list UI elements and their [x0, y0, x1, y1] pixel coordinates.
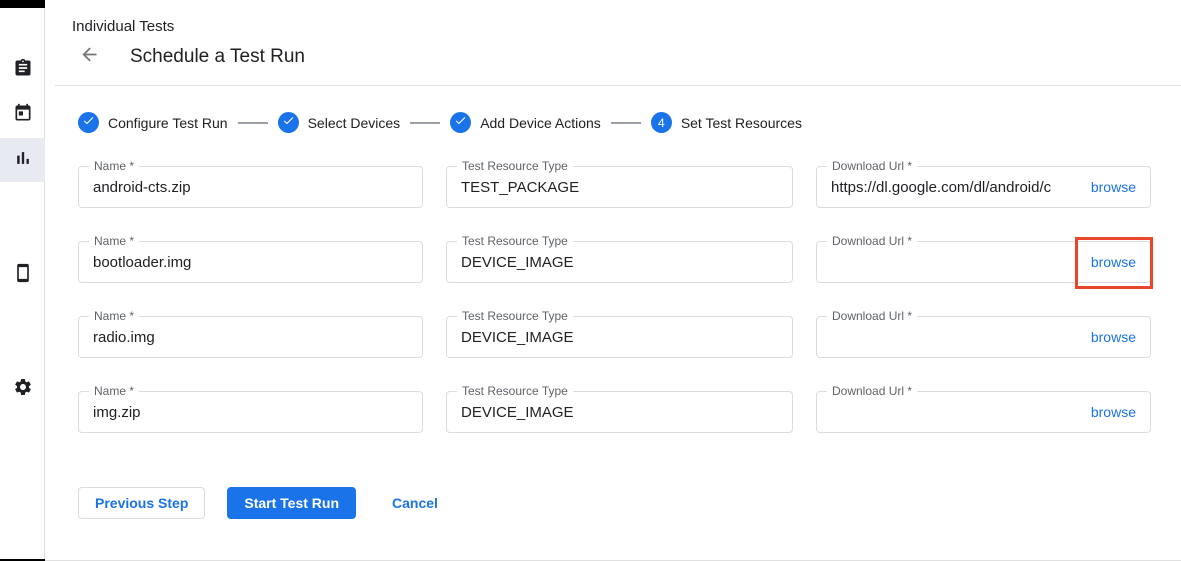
resource-type-value: DEVICE_IMAGE [461, 329, 778, 346]
field-label: Name * [89, 309, 139, 323]
field-label: Download Url * [827, 384, 917, 398]
calendar-icon [13, 103, 33, 128]
field-label: Download Url * [827, 159, 917, 173]
name-value: radio.img [93, 329, 408, 346]
window-frame-top [0, 0, 45, 8]
action-bar: Previous Step Start Test Run Cancel [78, 487, 1181, 519]
sidebar-item-tests[interactable] [0, 48, 45, 92]
phone-icon [13, 263, 33, 288]
step-connector [611, 122, 641, 124]
app-window: Individual Tests Schedule a Test Run Con… [0, 0, 1181, 561]
arrow-back-icon [79, 44, 100, 70]
cancel-button[interactable]: Cancel [376, 488, 454, 518]
step-configure-test-run[interactable]: Configure Test Run [78, 112, 228, 133]
resource-type-input[interactable]: Test Resource Type DEVICE_IMAGE [446, 391, 793, 433]
field-label: Name * [89, 159, 139, 173]
previous-step-button[interactable]: Previous Step [78, 487, 205, 519]
name-input[interactable]: Name * img.zip [78, 391, 423, 433]
sidebar-item-settings[interactable] [0, 367, 45, 411]
sidebar-item-plans[interactable] [0, 93, 45, 137]
header-divider [55, 85, 1181, 86]
field-label: Name * [89, 234, 139, 248]
browse-link[interactable]: browse [1091, 179, 1136, 195]
resource-type-value: DEVICE_IMAGE [461, 404, 778, 421]
resource-type-input[interactable]: Test Resource Type TEST_PACKAGE [446, 166, 793, 208]
step-number: 4 [658, 116, 665, 130]
clipboard-icon [13, 58, 33, 83]
check-icon [282, 114, 295, 132]
name-input[interactable]: Name * bootloader.img [78, 241, 423, 283]
title-row: Schedule a Test Run [77, 45, 1181, 69]
field-label: Test Resource Type [457, 309, 573, 323]
step-complete-circle [78, 112, 99, 133]
name-input[interactable]: Name * android-cts.zip [78, 166, 423, 208]
browse-link[interactable]: browse [1091, 404, 1136, 420]
name-value: android-cts.zip [93, 179, 408, 196]
resource-type-input[interactable]: Test Resource Type DEVICE_IMAGE [446, 316, 793, 358]
field-label: Test Resource Type [457, 384, 573, 398]
step-connector [410, 122, 440, 124]
step-connector [238, 122, 268, 124]
main-content: Individual Tests Schedule a Test Run Con… [45, 0, 1181, 560]
step-label: Select Devices [308, 115, 401, 131]
field-label: Test Resource Type [457, 234, 573, 248]
browse-link[interactable]: browse [1091, 329, 1136, 345]
field-label: Download Url * [827, 234, 917, 248]
sidebar-item-devices[interactable] [0, 253, 45, 297]
download-url-input[interactable]: Download Url * browse [816, 241, 1151, 283]
resource-type-input[interactable]: Test Resource Type DEVICE_IMAGE [446, 241, 793, 283]
check-icon [82, 114, 95, 132]
step-current-circle: 4 [651, 112, 672, 133]
download-url-input[interactable]: Download Url * browse [816, 316, 1151, 358]
resource-type-value: DEVICE_IMAGE [461, 254, 778, 271]
name-input[interactable]: Name * radio.img [78, 316, 423, 358]
field-label: Name * [89, 384, 139, 398]
resource-type-value: TEST_PACKAGE [461, 179, 778, 196]
name-value: img.zip [93, 404, 408, 421]
step-complete-circle [450, 112, 471, 133]
name-value: bootloader.img [93, 254, 408, 271]
field-label: Download Url * [827, 309, 917, 323]
step-label: Set Test Resources [681, 115, 802, 131]
test-resources-form: Name * android-cts.zip Test Resource Typ… [78, 166, 1181, 433]
step-label: Add Device Actions [480, 115, 601, 131]
sidebar [0, 0, 45, 561]
sidebar-item-test-runs[interactable] [0, 138, 45, 182]
download-url-value: https://dl.google.com/dl/android/c [831, 179, 1081, 196]
page-title: Schedule a Test Run [130, 46, 305, 68]
back-button[interactable] [77, 45, 101, 69]
download-url-input[interactable]: Download Url * https://dl.google.com/dl/… [816, 166, 1151, 208]
check-icon [454, 114, 467, 132]
field-label: Test Resource Type [457, 159, 573, 173]
start-test-run-button[interactable]: Start Test Run [227, 487, 356, 519]
step-label: Configure Test Run [108, 115, 228, 131]
download-url-input[interactable]: Download Url * browse [816, 391, 1151, 433]
step-set-test-resources[interactable]: 4 Set Test Resources [651, 112, 802, 133]
step-complete-circle [278, 112, 299, 133]
stepper: Configure Test Run Select Devices Add De… [78, 112, 1181, 133]
step-select-devices[interactable]: Select Devices [278, 112, 401, 133]
bar-chart-icon [13, 148, 33, 173]
browse-link[interactable]: browse [1091, 254, 1136, 270]
breadcrumb: Individual Tests [72, 18, 1181, 35]
gear-icon [13, 377, 33, 402]
step-add-device-actions[interactable]: Add Device Actions [450, 112, 601, 133]
